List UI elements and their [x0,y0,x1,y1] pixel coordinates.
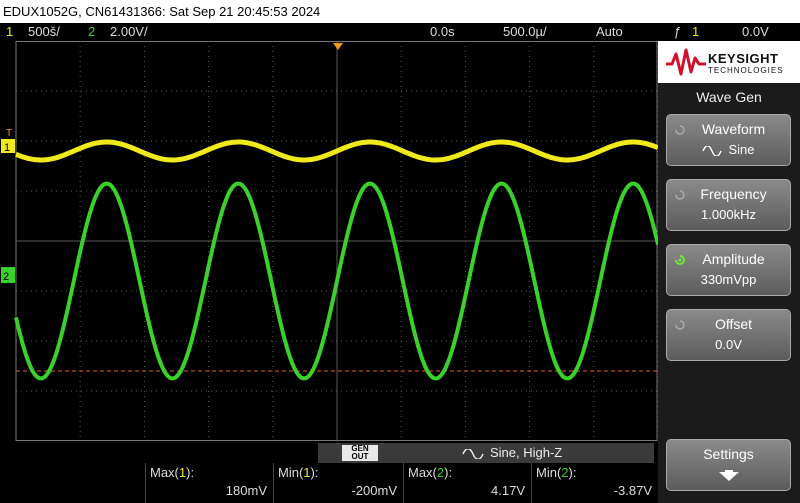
label-channel: 1 [303,465,311,480]
menu-title: Wave Gen [696,89,762,105]
softkey-label: Offset [714,316,753,332]
time-scale[interactable]: 500.0µ/ [503,23,547,41]
label-prefix: Min( [278,465,304,480]
frequency-softkey[interactable]: Frequency 1.000kHz [666,179,791,231]
ch2-marker-label: 2 [3,271,9,283]
softkey-label: Amplitude [702,251,765,267]
measurement-max-ch2[interactable]: Max(2): 4.17V [403,463,531,503]
measurement-label: Max(2): [408,465,452,480]
trigger-edge-icon: ƒ [674,24,682,39]
trigger-level-marker[interactable]: T [6,128,12,139]
ch2-ground-marker[interactable]: 2 [1,267,15,283]
trigger-channel[interactable]: 1 [692,23,699,41]
softkey-label: Waveform [701,121,766,137]
measurement-label: Max(1): [150,465,194,480]
waveform-softkey[interactable]: Waveform Sine [666,114,791,166]
measurement-value: 4.17V [491,483,525,498]
trigger-mode[interactable]: Auto [596,23,623,41]
waveform-display[interactable]: 1 T 2 [0,41,658,441]
brand-subtitle: TECHNOLOGIES [708,66,784,75]
label-prefix: Max( [150,465,179,480]
label-suffix: ): [444,465,453,480]
brand-name: KEYSIGHT [708,51,779,66]
measurement-value: -200mV [351,483,397,498]
offset-softkey[interactable]: Offset 0.0V [666,309,791,361]
arrow-down-icon [719,470,739,481]
measurement-min-ch2[interactable]: Min(2): -3.87V [531,463,658,503]
title-text: EDUX1052G, CN61431366: Sat Sep 21 20:45:… [3,4,321,19]
label-suffix: ): [186,465,195,480]
ch1-number[interactable]: 1 [6,23,13,41]
softkey-value-text: Sine [728,142,755,157]
label-suffix: ): [310,465,319,480]
ch1-scale[interactable]: 500š/ [28,23,60,41]
measurements-bar: Max(1): 180mV Min(1): -200mV Max(2): 4.1… [0,463,658,503]
waveform-plot[interactable]: 1 T 2 [0,41,658,441]
generator-description-text: Sine, High-Z [490,445,563,460]
title-bar: EDUX1052G, CN61431366: Sat Sep 21 20:45:… [0,0,800,23]
softkey-value: Sine [667,142,790,157]
generator-description: Sine, High-Z [462,443,562,463]
measurement-value: 180mV [225,483,267,498]
trigger-level[interactable]: 0.0V [742,23,769,41]
softkey-panel: KEYSIGHT TECHNOLOGIES Wave Gen Waveform … [658,41,800,503]
softkey-value: 1.000kHz [701,207,756,222]
ch2-scale[interactable]: 2.00V/ [110,23,148,41]
status-bar: 1 500š/ 2 2.00V/ 0.0s 500.0µ/ Auto ƒ 1 0… [0,23,800,41]
sine-icon [462,447,484,460]
sine-icon [702,144,723,157]
measurement-max-ch1[interactable]: Max(1): 180mV [145,463,273,503]
label-channel: 2 [561,465,569,480]
gen-out-badge: GEN OUT [342,445,378,461]
amplitude-softkey[interactable]: Amplitude 330mVpp [666,244,791,296]
out-label: OUT [351,452,369,461]
softkey-value: 330mVpp [700,272,757,287]
label-suffix: ): [568,465,577,480]
keysight-logo: KEYSIGHT TECHNOLOGIES [658,41,800,83]
measurement-label: Min(2): [536,465,576,480]
settings-softkey[interactable]: Settings [666,439,791,491]
ch1-ground-marker[interactable]: 1 [1,139,15,154]
softkey-value: 0.0V [715,337,742,352]
measurement-label: Min(1): [278,465,318,480]
softkey-label: Settings [703,446,754,462]
graticule [15,41,658,441]
softkey-label: Frequency [700,186,767,202]
measurement-value: -3.87V [613,483,652,498]
trigger-position-marker-icon[interactable] [333,43,343,50]
keysight-wave-logo-icon [666,48,706,76]
ch1-marker-label: 1 [4,142,10,154]
ch2-number[interactable]: 2 [88,23,95,41]
measurement-min-ch1[interactable]: Min(1): -200mV [273,463,403,503]
label-prefix: Max( [408,465,437,480]
label-prefix: Min( [536,465,562,480]
time-delay[interactable]: 0.0s [430,23,455,41]
